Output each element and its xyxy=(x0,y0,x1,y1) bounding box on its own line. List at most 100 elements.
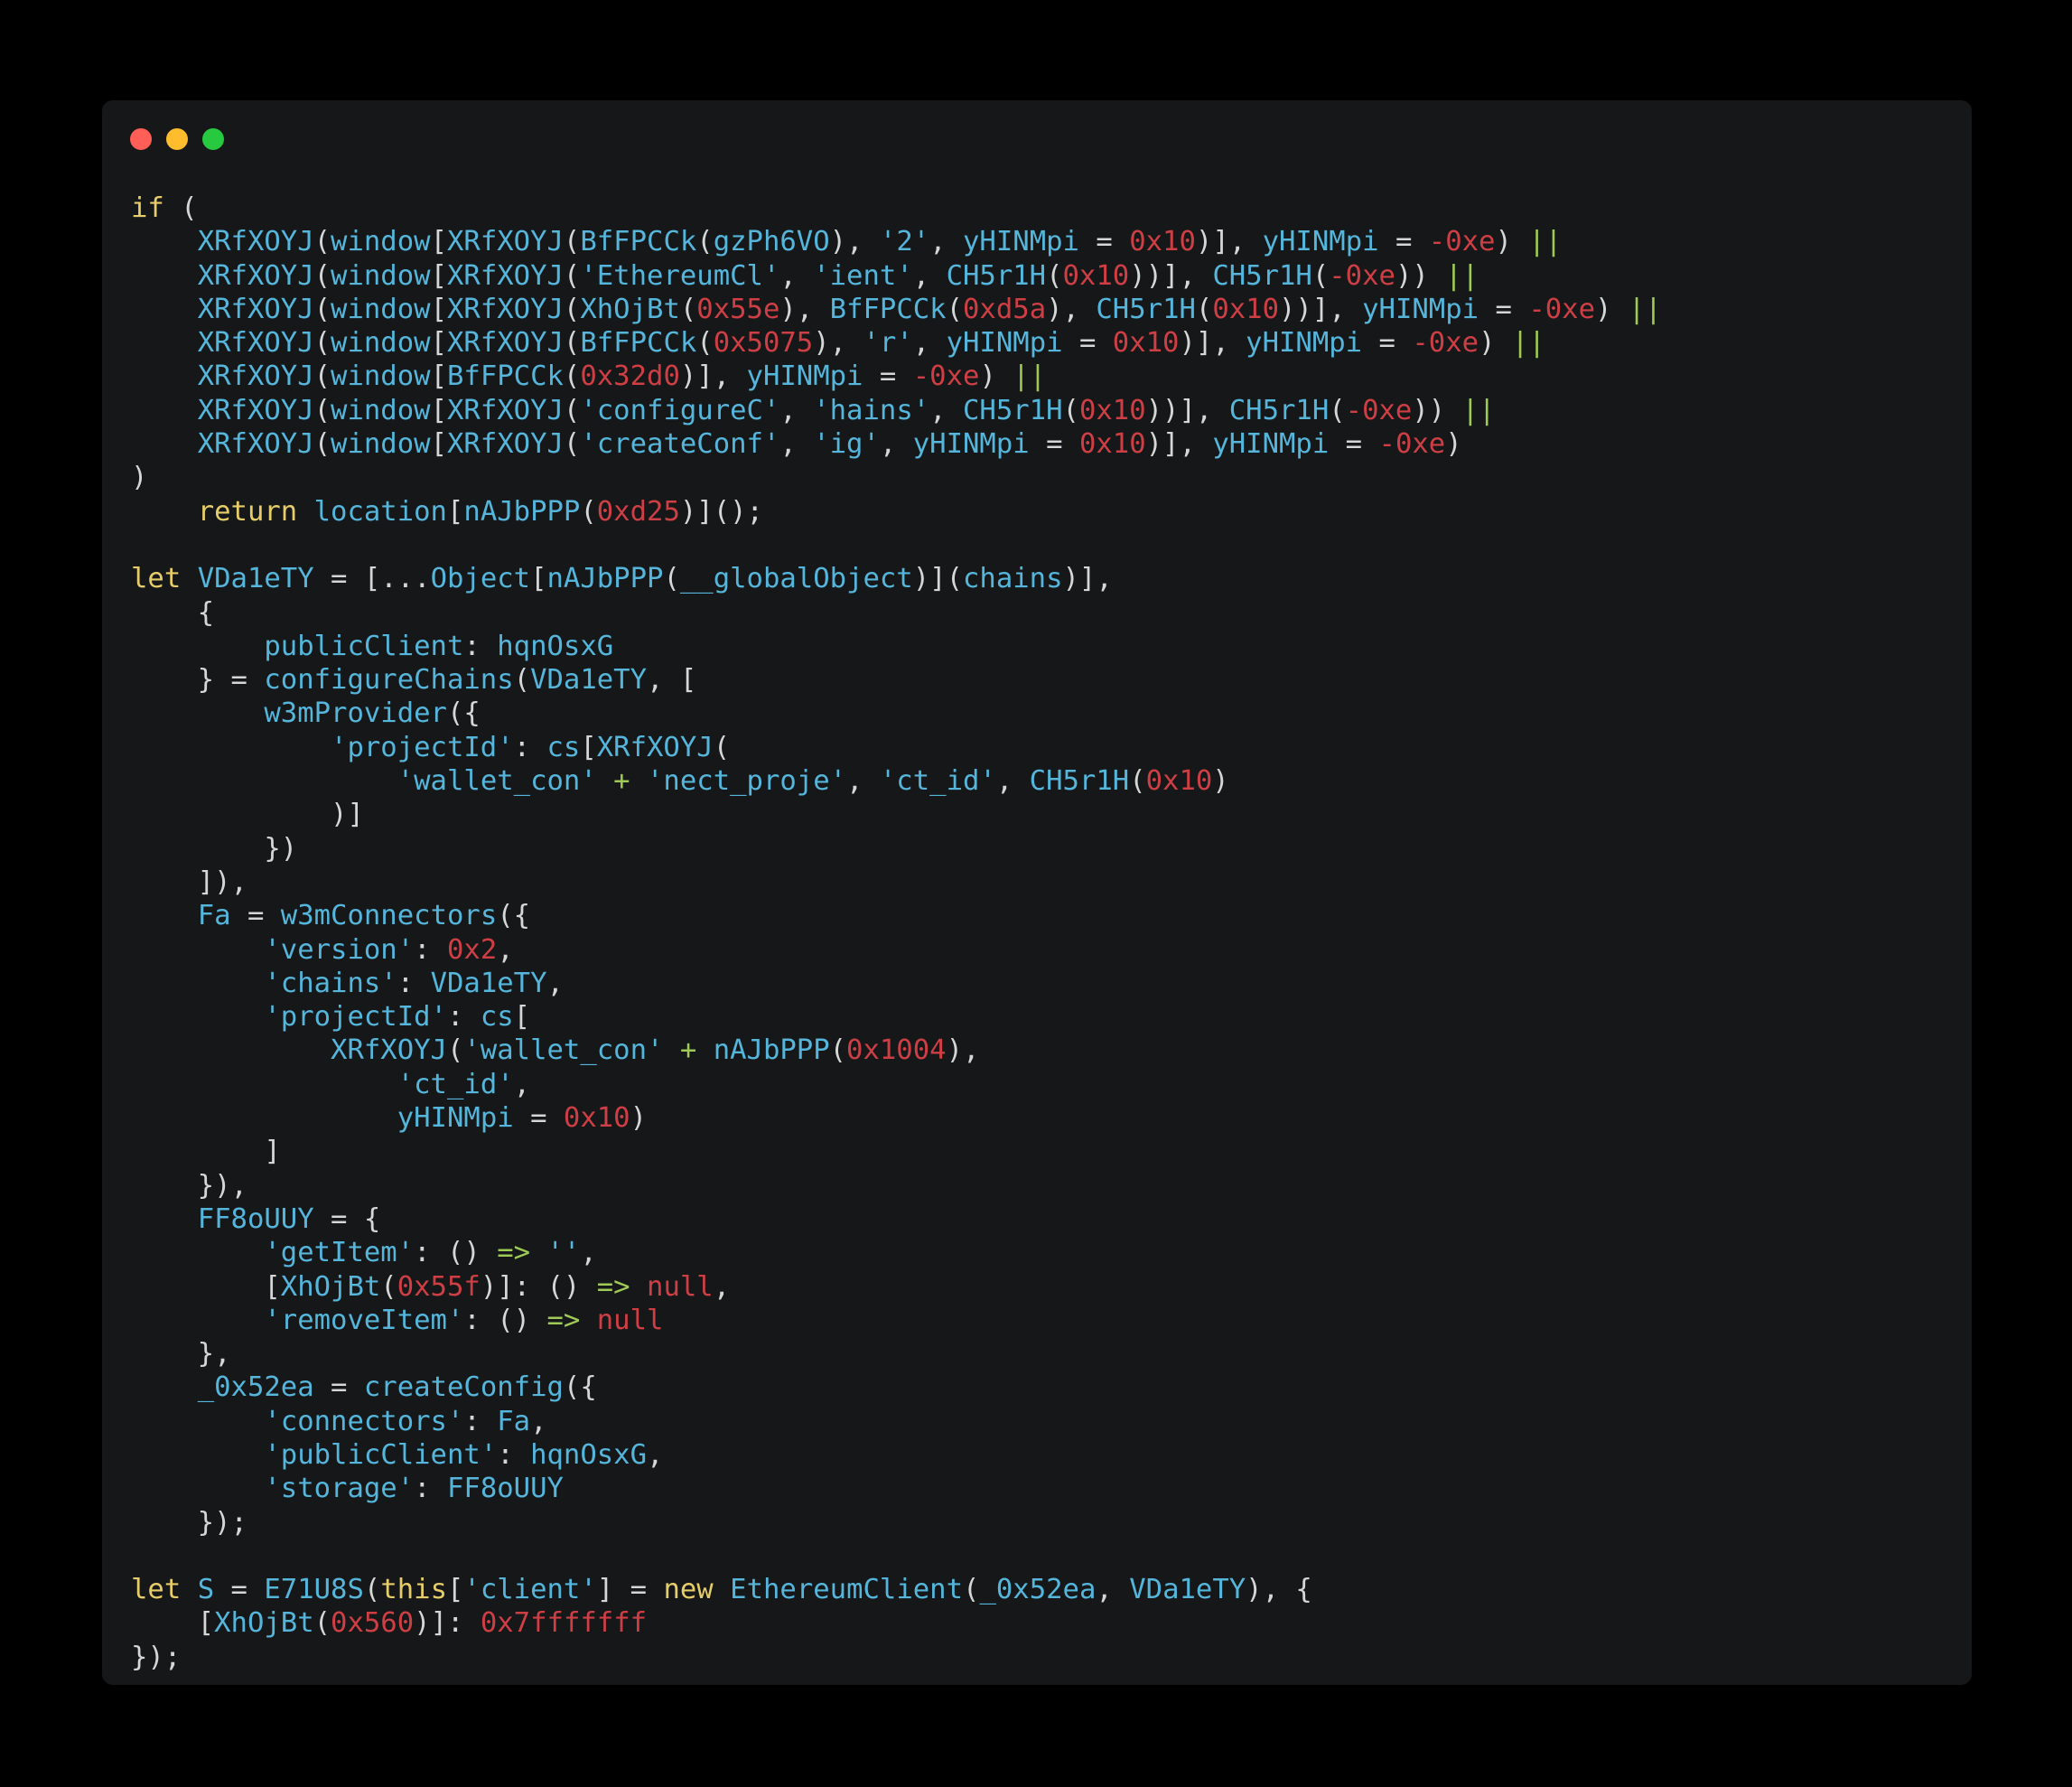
code-token: XRfXOYJ xyxy=(446,226,564,258)
code-block: if ( XRfXOYJ(window[XRfXOYJ(BfFPCCk(gzPh… xyxy=(131,192,1662,1674)
code-token: ( xyxy=(313,226,331,258)
code-token: yHINMpi xyxy=(946,327,1063,360)
code-token: ) xyxy=(1212,765,1229,798)
code-token: E71U8S xyxy=(264,1574,364,1606)
code-token: ( xyxy=(313,428,331,461)
code-token: ))], xyxy=(1129,259,1213,292)
code-token: ))], xyxy=(1145,394,1229,426)
code-token: 0x55f xyxy=(397,1270,481,1303)
code-token: + xyxy=(679,1034,697,1067)
code-token: yHINMpi xyxy=(1212,428,1330,461)
code-line: publicClient: hqnOsxG xyxy=(131,630,1662,663)
code-token: XhOjBt xyxy=(214,1607,314,1640)
code-token: -0xe xyxy=(1412,327,1479,360)
code-line: }), xyxy=(131,1169,1662,1202)
code-token: ] = xyxy=(596,1574,664,1606)
code-token: XhOjBt xyxy=(580,293,680,325)
code-token: ), xyxy=(1046,293,1097,325)
code-token: yHINMpi xyxy=(1362,293,1479,325)
code-token: 0xd25 xyxy=(596,495,680,528)
code-token: , xyxy=(879,428,913,461)
code-token: 0x32d0 xyxy=(580,360,680,393)
code-token: )], xyxy=(1195,226,1263,258)
close-dot-icon[interactable] xyxy=(130,128,152,150)
code-token: yHINMpi xyxy=(963,226,1079,258)
code-token: 0x10 xyxy=(1078,394,1146,426)
code-token: XRfXOYJ xyxy=(331,1034,447,1067)
code-token: , xyxy=(647,1438,664,1471)
code-token: '' xyxy=(546,1237,581,1269)
code-line: if ( xyxy=(131,192,1662,225)
code-token: let xyxy=(131,1574,182,1606)
code-token: ( xyxy=(563,360,581,393)
code-token: return xyxy=(197,495,298,528)
code-token: yHINMpi xyxy=(746,360,863,393)
code-token: ( xyxy=(313,293,331,325)
code-token: XRfXOYJ xyxy=(197,428,314,461)
code-token: 0x7fffffff xyxy=(480,1607,648,1640)
code-line: XRfXOYJ(window[BfFPCCk(0x32d0)], yHINMpi… xyxy=(131,360,1662,393)
code-line: let S = E71U8S(this['client'] = new Ethe… xyxy=(131,1573,1662,1606)
code-token: , [ xyxy=(647,664,697,697)
code-token: ( xyxy=(313,1607,331,1640)
code-token: ( xyxy=(313,259,331,292)
code-token: null xyxy=(647,1270,714,1303)
code-token: ( xyxy=(313,327,331,360)
code-token: : () xyxy=(414,1237,498,1269)
code-token: yHINMpi xyxy=(1246,327,1363,360)
code-token: 0x10 xyxy=(1078,428,1146,461)
maximize-dot-icon[interactable] xyxy=(202,128,224,150)
code-token: )](); xyxy=(679,495,763,528)
code-token: ({ xyxy=(563,1371,597,1404)
code-line: XRfXOYJ('wallet_con' + nAJbPPP(0x1004), xyxy=(131,1034,1662,1067)
code-token: = xyxy=(513,1102,564,1135)
code-token: CH5r1H xyxy=(946,259,1047,292)
code-token: XRfXOYJ xyxy=(197,226,314,258)
code-token: = [... xyxy=(313,563,431,595)
code-token: createConfig xyxy=(363,1371,564,1404)
code-token: = xyxy=(230,900,281,932)
code-token: ( xyxy=(663,563,680,595)
code-token: [ xyxy=(430,394,447,426)
minimize-dot-icon[interactable] xyxy=(166,128,188,150)
code-token: || xyxy=(1628,293,1662,325)
code-line: 'ct_id', xyxy=(131,1068,1662,1101)
code-token: 'publicClient' xyxy=(264,1438,498,1471)
code-token: yHINMpi xyxy=(397,1102,514,1135)
code-token: CH5r1H xyxy=(963,394,1063,426)
code-token: -0xe xyxy=(1378,428,1446,461)
code-line: }); xyxy=(131,1506,1662,1539)
code-token: ( xyxy=(513,664,531,697)
code-token: [ xyxy=(430,293,447,325)
code-token: ( xyxy=(1195,293,1213,325)
code-token: 'projectId' xyxy=(331,731,514,763)
code-token: 0x10 xyxy=(563,1102,630,1135)
code-token: 0x55e xyxy=(696,293,780,325)
code-token: || xyxy=(1461,394,1496,426)
code-token: hqnOsxG xyxy=(530,1438,648,1471)
code-token: CH5r1H xyxy=(1212,259,1312,292)
code-token: CH5r1H xyxy=(1029,765,1130,798)
code-token: XRfXOYJ xyxy=(197,394,314,426)
code-token: __globalObject xyxy=(679,563,913,595)
code-token: configureChains xyxy=(264,664,514,697)
code-token: ( xyxy=(313,394,331,426)
code-token: 'connectors' xyxy=(264,1405,464,1437)
code-token: ( xyxy=(163,192,198,224)
code-token: XRfXOYJ xyxy=(446,259,564,292)
code-token: window xyxy=(331,428,431,461)
code-line: 'projectId': cs[XRfXOYJ( xyxy=(131,731,1662,764)
code-token: ( xyxy=(563,293,581,325)
code-token: , xyxy=(580,1237,597,1269)
code-line: 'version': 0x2, xyxy=(131,933,1662,967)
code-token: -0xe xyxy=(1528,293,1596,325)
code-token: ]), xyxy=(131,865,247,898)
code-token: BfFPCCk xyxy=(580,226,697,258)
